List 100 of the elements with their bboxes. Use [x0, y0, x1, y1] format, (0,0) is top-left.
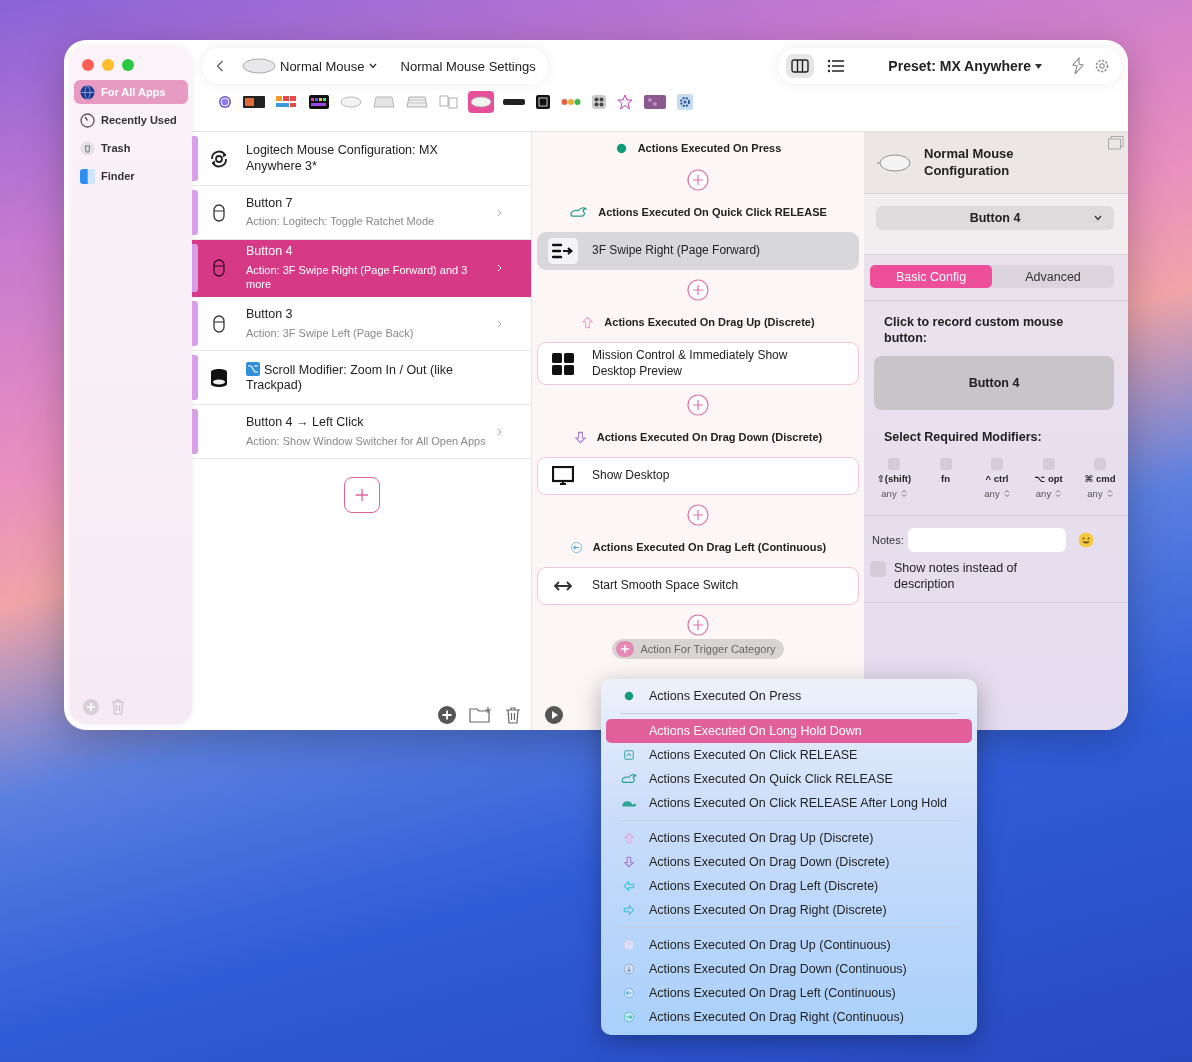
action-label: 3F Swipe Right (Page Forward) — [592, 243, 761, 259]
add-category-button[interactable]: Action For Trigger Category — [612, 639, 784, 660]
arrow-icon — [623, 832, 635, 844]
modifier-stepper[interactable]: any — [1087, 486, 1113, 501]
menu-item[interactable]: Actions Executed On Drag Up (Continuous) — [606, 933, 972, 957]
trigger-row[interactable]: Scroll Modifier: Zoom In / Out (like Trackpad) — [192, 351, 531, 406]
square-icon — [536, 95, 550, 109]
trigger-row[interactable]: Button 4 → Left Click Action: Show Window Switcher for All Open Apps — [192, 405, 531, 460]
add-trigger-button[interactable] — [343, 477, 380, 514]
trigger-title: Logitech Mouse Configuration: MX Anywhere 3* — [246, 142, 439, 175]
inspector-title: Normal Mouse Configuration — [924, 146, 1015, 179]
arrow-icon — [623, 880, 635, 892]
grid-icon — [552, 352, 574, 375]
trigger-row[interactable]: Logitech Mouse Configuration: MX Anywhere 3* — [192, 132, 531, 186]
modifier-stepper[interactable]: any — [1035, 486, 1062, 501]
modifier-stepper[interactable]: any — [984, 486, 1010, 501]
notes-field[interactable] — [907, 527, 1066, 552]
play-icon[interactable] — [544, 705, 564, 725]
plus-icon — [687, 394, 709, 417]
modifier-stepper[interactable]: any — [881, 486, 907, 501]
menu-item[interactable]: Actions Executed On Drag Up (Discrete) — [606, 826, 972, 850]
mouse-icon — [213, 314, 225, 333]
trigger-row[interactable]: Button 3 Action: 3F Swipe Left (Page Back) — [192, 297, 531, 352]
circle-arrow-icon — [623, 1011, 635, 1023]
menu-item[interactable]: Actions Executed On Drag Right (Continuous) — [606, 1005, 972, 1029]
display-icon — [243, 96, 265, 108]
option-key-icon — [246, 361, 260, 376]
trigger-title: Scroll Modifier: Zoom In / Out (like Trackpad) — [246, 361, 454, 394]
menu-item[interactable]: Actions Executed On Press — [606, 684, 972, 708]
settings-title: Normal Mouse Settings — [400, 58, 536, 74]
window-icon[interactable] — [1108, 136, 1124, 150]
button-dropdown[interactable]: Button 4 — [876, 206, 1114, 230]
add-action-button[interactable] — [686, 393, 710, 418]
menu-item[interactable]: Actions Executed On Drag Right (Discrete) — [606, 898, 972, 922]
checkbox-label: Show notes instead of description — [894, 559, 1018, 593]
emoji-icon[interactable] — [1077, 531, 1094, 548]
keyboard-icon — [406, 96, 428, 108]
config-tab[interactable]: Advanced — [992, 265, 1114, 288]
trigger-row[interactable]: Button 4 Action: 3F Swipe Right (Page Forward) and 3 more — [192, 240, 531, 298]
arrow-icon — [623, 856, 635, 868]
scroll-wheel-icon — [210, 367, 228, 388]
add-action-button[interactable] — [686, 278, 710, 302]
clock-icon — [80, 112, 95, 128]
trigger-title: Button 7 — [246, 195, 294, 212]
record-button[interactable]: Button 4 — [874, 356, 1114, 411]
add-action-button[interactable] — [686, 613, 710, 638]
mouse-icon — [213, 203, 225, 222]
circle-arrow-icon — [623, 939, 635, 951]
swipe-right-icon — [552, 242, 574, 260]
mouse-icon — [340, 96, 362, 108]
modifier-label: ⌘ cmd — [1084, 472, 1116, 484]
back-icon — [216, 60, 224, 72]
trigger-category-title: Actions Executed On Drag Down (Discrete) — [596, 431, 823, 444]
plus-icon — [687, 504, 709, 527]
action-card[interactable]: 3F Swipe Right (Page Forward) — [537, 232, 859, 270]
mouse-icon — [470, 96, 492, 108]
menu-item[interactable]: Actions Executed On Quick Click RELEASE — [606, 767, 972, 791]
action-card[interactable]: Start Smooth Space Switch — [537, 567, 859, 606]
circle-arrow-icon — [623, 987, 635, 999]
add-action-button[interactable] — [686, 503, 710, 528]
shortcut-icon[interactable] — [1070, 57, 1086, 75]
device-dropdown[interactable]: Normal Mouse — [238, 58, 393, 74]
menu-item[interactable]: Actions Executed On Drag Down (Discrete) — [606, 850, 972, 874]
menu-item[interactable]: Actions Executed On Drag Down (Continuous) — [606, 957, 972, 981]
menu-item[interactable]: Actions Executed On Click RELEASE After Long Hold — [606, 791, 972, 815]
close-button[interactable] — [82, 59, 94, 71]
list-icon — [827, 59, 846, 73]
modifier-label: ^ ctrl — [985, 472, 1009, 484]
device-tab[interactable] — [675, 91, 695, 113]
stepper-icon — [1003, 489, 1010, 499]
add-icon[interactable] — [437, 705, 457, 725]
plus-icon — [687, 614, 709, 637]
menu-item[interactable]: Actions Executed On Click RELEASE — [606, 743, 972, 767]
chevron-icon — [496, 319, 502, 328]
circle-arrow-icon — [623, 963, 635, 975]
preset-dropdown[interactable]: Preset: MX Anywhere — [882, 57, 1048, 75]
menu-item[interactable]: Actions Executed On Drag Left (Continuous) — [606, 981, 972, 1005]
trigger-category-title: Actions Executed On Press — [637, 142, 782, 154]
column-view-button[interactable] — [786, 54, 815, 78]
menu-item[interactable]: Actions Executed On Drag Left (Discrete) — [606, 874, 972, 898]
action-card[interactable]: Mission Control & Immediately Show Desktop Preview — [537, 342, 859, 386]
chevron-icon — [496, 208, 502, 217]
settings-icon[interactable] — [1094, 58, 1110, 74]
arrow-icon — [573, 430, 587, 444]
trash-icon[interactable] — [505, 705, 521, 725]
sidebar-item[interactable]: Recently Used — [74, 108, 188, 132]
globe-icon — [80, 84, 95, 100]
modifier-label: ⌥ opt — [1034, 472, 1063, 484]
zoom-button[interactable] — [122, 59, 134, 71]
mouse-icon — [876, 152, 912, 173]
sidebar-item[interactable]: Finder — [74, 164, 188, 188]
folder-add-icon[interactable] — [469, 706, 493, 724]
gear-square-icon — [677, 94, 693, 110]
stepper-icon — [1106, 489, 1113, 499]
chevron-down-icon — [1094, 215, 1102, 221]
modifiers-label: Select Required Modifiers: — [884, 430, 1043, 446]
action-card[interactable]: Show Desktop — [537, 457, 859, 496]
sidebar-item[interactable]: Trash — [74, 136, 188, 160]
caret-icon — [1035, 63, 1042, 69]
add-action-button[interactable] — [686, 168, 710, 192]
